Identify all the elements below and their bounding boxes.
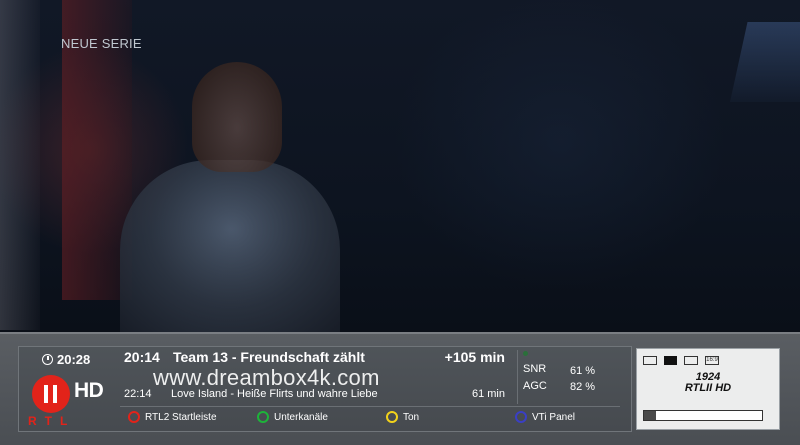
clock-time: 20:28 bbox=[57, 352, 91, 367]
next-event-time: 22:14 bbox=[124, 388, 152, 400]
yellow-key-hint[interactable]: Ton bbox=[386, 411, 419, 423]
scene-person-head bbox=[192, 62, 282, 172]
clock: 20:28 bbox=[42, 352, 90, 367]
now-event-title: Team 13 - Freundschaft zählt bbox=[173, 349, 365, 365]
now-event-time: 20:14 bbox=[124, 349, 160, 365]
next-event-title: Love Island - Heiße Flirts und wahre Lie… bbox=[171, 388, 378, 400]
logo-hd-text: HD bbox=[74, 379, 104, 402]
snr-label: SNR bbox=[523, 363, 547, 375]
next-event-duration: 61 min bbox=[471, 388, 505, 400]
event-progress-fill bbox=[644, 411, 656, 420]
hdmi-icon bbox=[643, 356, 657, 365]
next-event: 22:14 Love Island - Heiße Flirts und wah… bbox=[124, 388, 512, 404]
aspect-16-9-icon: 16:9 bbox=[705, 356, 719, 365]
keys-separator bbox=[120, 406, 620, 407]
blue-button-icon bbox=[515, 411, 527, 423]
series-tag: NEUE SERIE bbox=[61, 36, 142, 51]
logo-circle bbox=[32, 375, 70, 413]
green-button-icon bbox=[257, 411, 269, 423]
red-button-icon bbox=[128, 411, 140, 423]
blue-key-hint[interactable]: VTi Panel bbox=[515, 411, 575, 423]
green-key-label: Unterkanäle bbox=[274, 411, 328, 423]
infobar-top-line bbox=[0, 332, 800, 334]
scene-person-body bbox=[120, 160, 340, 332]
channel-logo: HD RTL bbox=[28, 373, 122, 431]
logo-brand-text: RTL bbox=[28, 414, 76, 428]
dolby-icon bbox=[726, 356, 741, 365]
now-event-remaining: +105 min bbox=[444, 349, 505, 365]
yellow-key-label: Ton bbox=[403, 411, 420, 423]
scene-wall bbox=[0, 0, 40, 330]
clock-icon bbox=[42, 354, 53, 365]
screen-icon bbox=[664, 356, 677, 365]
channel-name: RTLII HD bbox=[684, 382, 732, 394]
signal-divider bbox=[517, 350, 518, 404]
scene-lamp bbox=[730, 22, 800, 102]
logo-pause-icon bbox=[44, 385, 48, 403]
stream-info-icons: 16:9 bbox=[643, 356, 741, 365]
blue-key-label: VTi Panel bbox=[532, 411, 575, 423]
signal-indicator-dot bbox=[523, 351, 528, 356]
red-key-hint[interactable]: RTL2 Startleiste bbox=[128, 411, 217, 423]
green-key-hint[interactable]: Unterkanäle bbox=[257, 411, 328, 423]
agc-value: 82 % bbox=[570, 381, 596, 393]
yellow-button-icon bbox=[386, 411, 398, 423]
red-key-label: RTL2 Startleiste bbox=[145, 411, 217, 423]
snr-value: 61 % bbox=[570, 365, 596, 377]
teletext-icon bbox=[684, 356, 698, 365]
event-progress-bar bbox=[643, 410, 763, 421]
agc-label: AGC bbox=[523, 380, 547, 392]
